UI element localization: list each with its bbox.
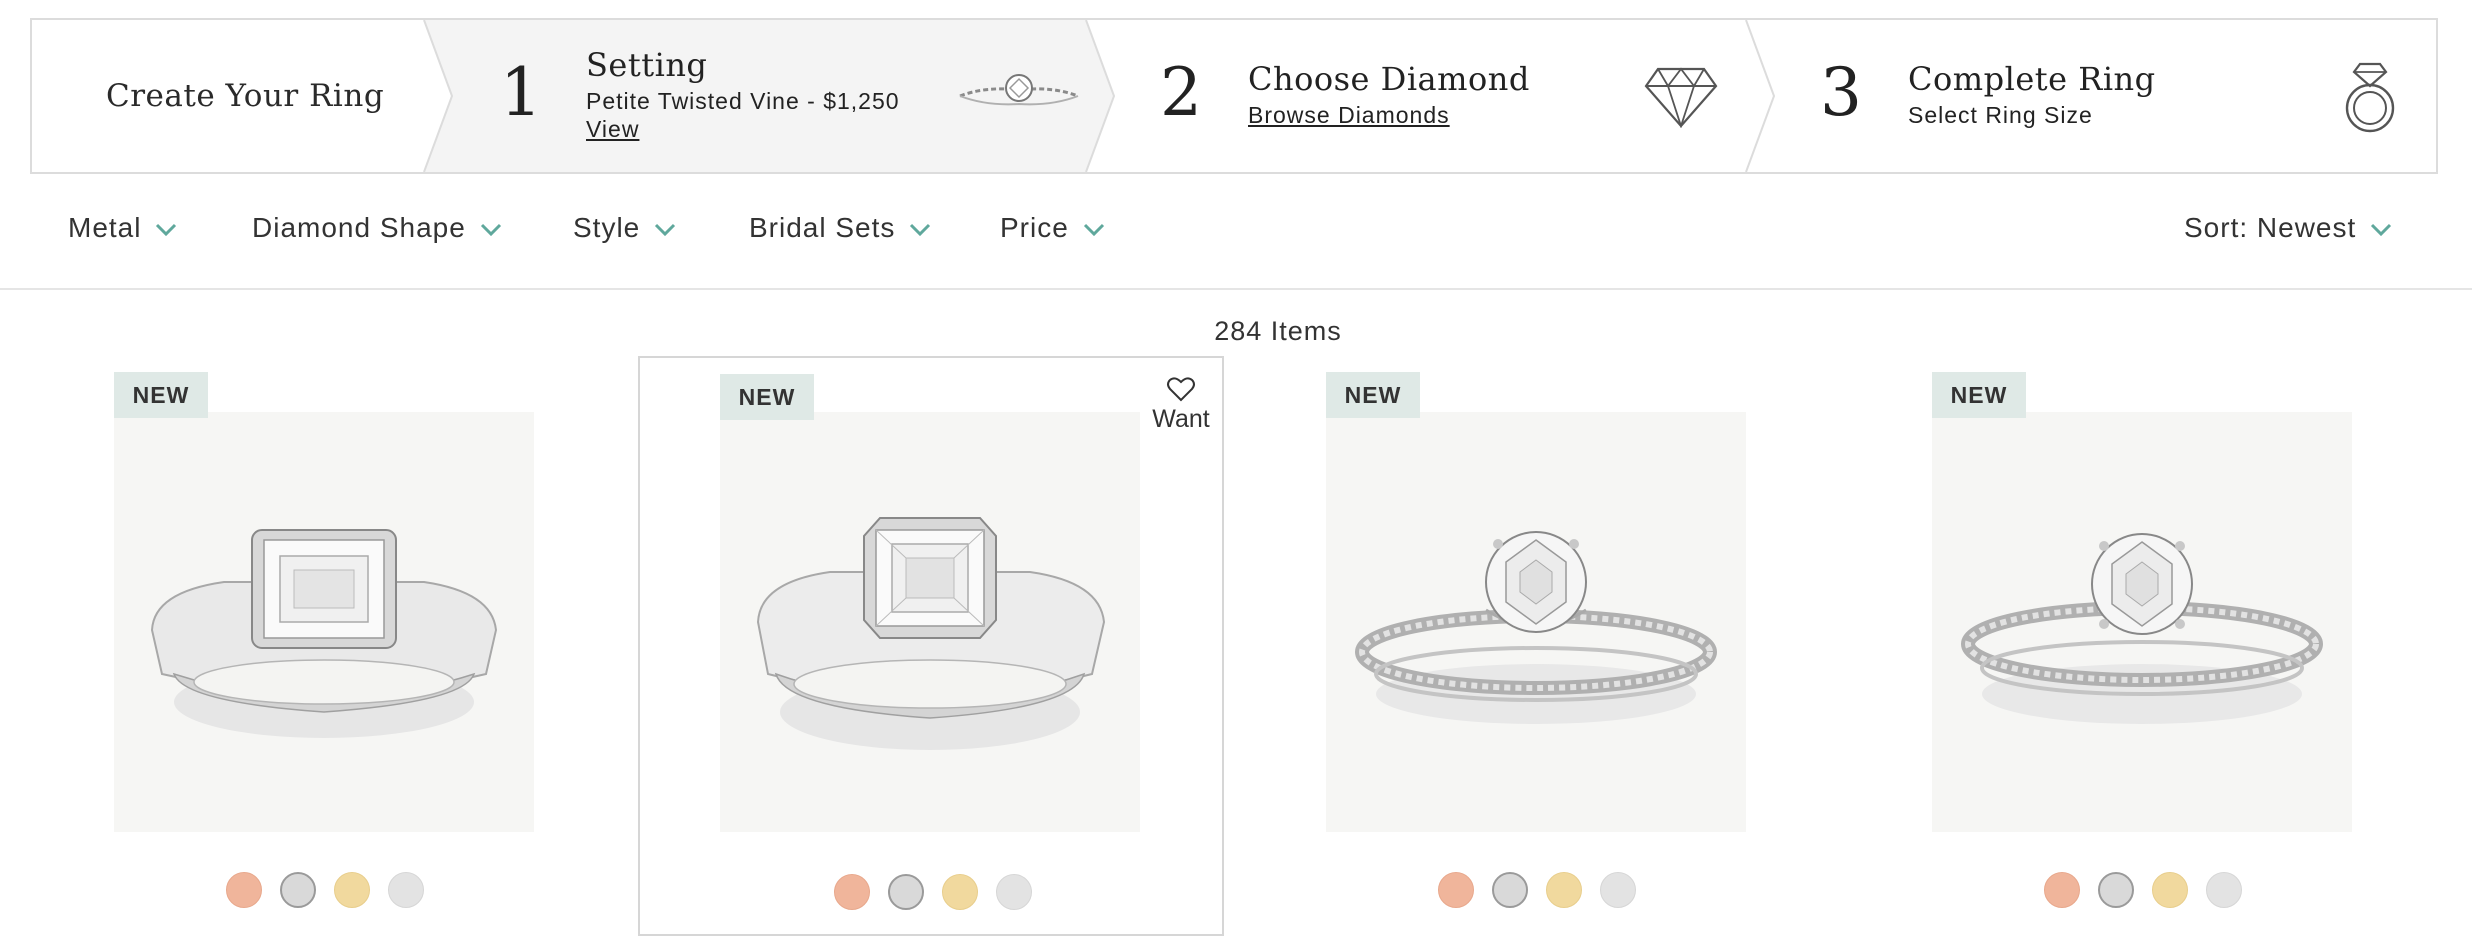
swatch-platinum[interactable] <box>388 872 424 908</box>
selected-setting-summary: Petite Twisted Vine - $1,250 <box>586 88 900 114</box>
chevron-down-icon <box>480 212 502 244</box>
swatch-white-gold[interactable] <box>280 872 316 908</box>
product-image[interactable] <box>720 412 1140 832</box>
diamond-icon <box>1644 67 1718 128</box>
filter-bridal-sets[interactable]: Bridal Sets <box>749 212 931 244</box>
swatch-yellow-gold[interactable] <box>334 872 370 908</box>
product-card[interactable]: NEW <box>32 356 618 936</box>
chevron-down-icon <box>2370 212 2392 244</box>
product-card[interactable]: NEW <box>1244 356 1830 936</box>
ring-builder-steps: Create Your Ring 1 Setting Petite Twiste… <box>30 18 2438 174</box>
step-complete-ring[interactable]: 3 Complete Ring Select Ring Size <box>1774 20 2438 172</box>
step-title: Setting <box>586 46 708 84</box>
item-count: 284 Items <box>1214 316 1342 346</box>
new-badge: NEW <box>720 374 814 420</box>
filter-metal[interactable]: Metal <box>68 212 177 244</box>
step-number: 3 <box>1820 54 1862 131</box>
product-card[interactable]: NEW <box>1850 356 2436 936</box>
select-ring-size-text: Select Ring Size <box>1908 102 2093 128</box>
swatch-rose-gold[interactable] <box>226 872 262 908</box>
swatch-white-gold[interactable] <box>2098 872 2134 908</box>
swatch-rose-gold[interactable] <box>2044 872 2080 908</box>
swatch-platinum[interactable] <box>1600 872 1636 908</box>
chevron-down-icon <box>654 212 676 244</box>
metal-swatches <box>640 874 1226 910</box>
filter-price[interactable]: Price <box>1000 212 1105 244</box>
product-card[interactable]: NEW Want <box>638 356 1224 936</box>
product-image[interactable] <box>1326 412 1746 832</box>
wishlist-label: Want <box>1152 405 1210 433</box>
swatch-yellow-gold[interactable] <box>942 874 978 910</box>
product-image[interactable] <box>114 412 534 832</box>
filter-diamond-shape[interactable]: Diamond Shape <box>252 212 502 244</box>
product-image[interactable] <box>1932 412 2352 832</box>
swatch-white-gold[interactable] <box>1492 872 1528 908</box>
swatch-yellow-gold[interactable] <box>2152 872 2188 908</box>
browse-diamonds-link[interactable]: Browse Diamonds <box>1248 102 1450 129</box>
step-setting[interactable]: 1 Setting Petite Twisted Vine - $1,250 V… <box>452 20 1086 172</box>
new-badge: NEW <box>114 372 208 418</box>
metal-swatches <box>32 872 618 908</box>
sort-dropdown[interactable]: Sort: Newest <box>2184 212 2392 244</box>
step-number: 1 <box>500 54 542 131</box>
chevron-down-icon <box>1083 212 1105 244</box>
view-setting-link[interactable]: View <box>586 116 639 143</box>
filter-bar: Metal Diamond Shape Style Bridal Sets Pr… <box>0 180 2472 290</box>
step-title: Choose Diamond <box>1248 60 1530 98</box>
filter-style[interactable]: Style <box>573 212 676 244</box>
swatch-white-gold[interactable] <box>888 874 924 910</box>
step-number: 2 <box>1160 54 1202 131</box>
setting-thumbnail-ring-icon <box>959 74 1079 106</box>
swatch-rose-gold[interactable] <box>834 874 870 910</box>
new-badge: NEW <box>1932 372 2026 418</box>
chevron-down-icon <box>909 212 931 244</box>
new-badge: NEW <box>1326 372 1420 418</box>
create-your-ring-label: Create Your Ring <box>106 78 385 114</box>
swatch-platinum[interactable] <box>996 874 1032 910</box>
wishlist-button[interactable]: Want <box>1146 376 1216 434</box>
heart-icon <box>1167 377 1195 402</box>
metal-swatches <box>1244 872 1830 908</box>
swatch-yellow-gold[interactable] <box>1546 872 1582 908</box>
step-title: Complete Ring <box>1908 60 2156 98</box>
swatch-rose-gold[interactable] <box>1438 872 1474 908</box>
ring-icon <box>2345 62 2395 133</box>
chevron-down-icon <box>155 212 177 244</box>
metal-swatches <box>1850 872 2436 908</box>
step-choose-diamond[interactable]: 2 Choose Diamond Browse Diamonds <box>1114 20 1746 172</box>
swatch-platinum[interactable] <box>2206 872 2242 908</box>
